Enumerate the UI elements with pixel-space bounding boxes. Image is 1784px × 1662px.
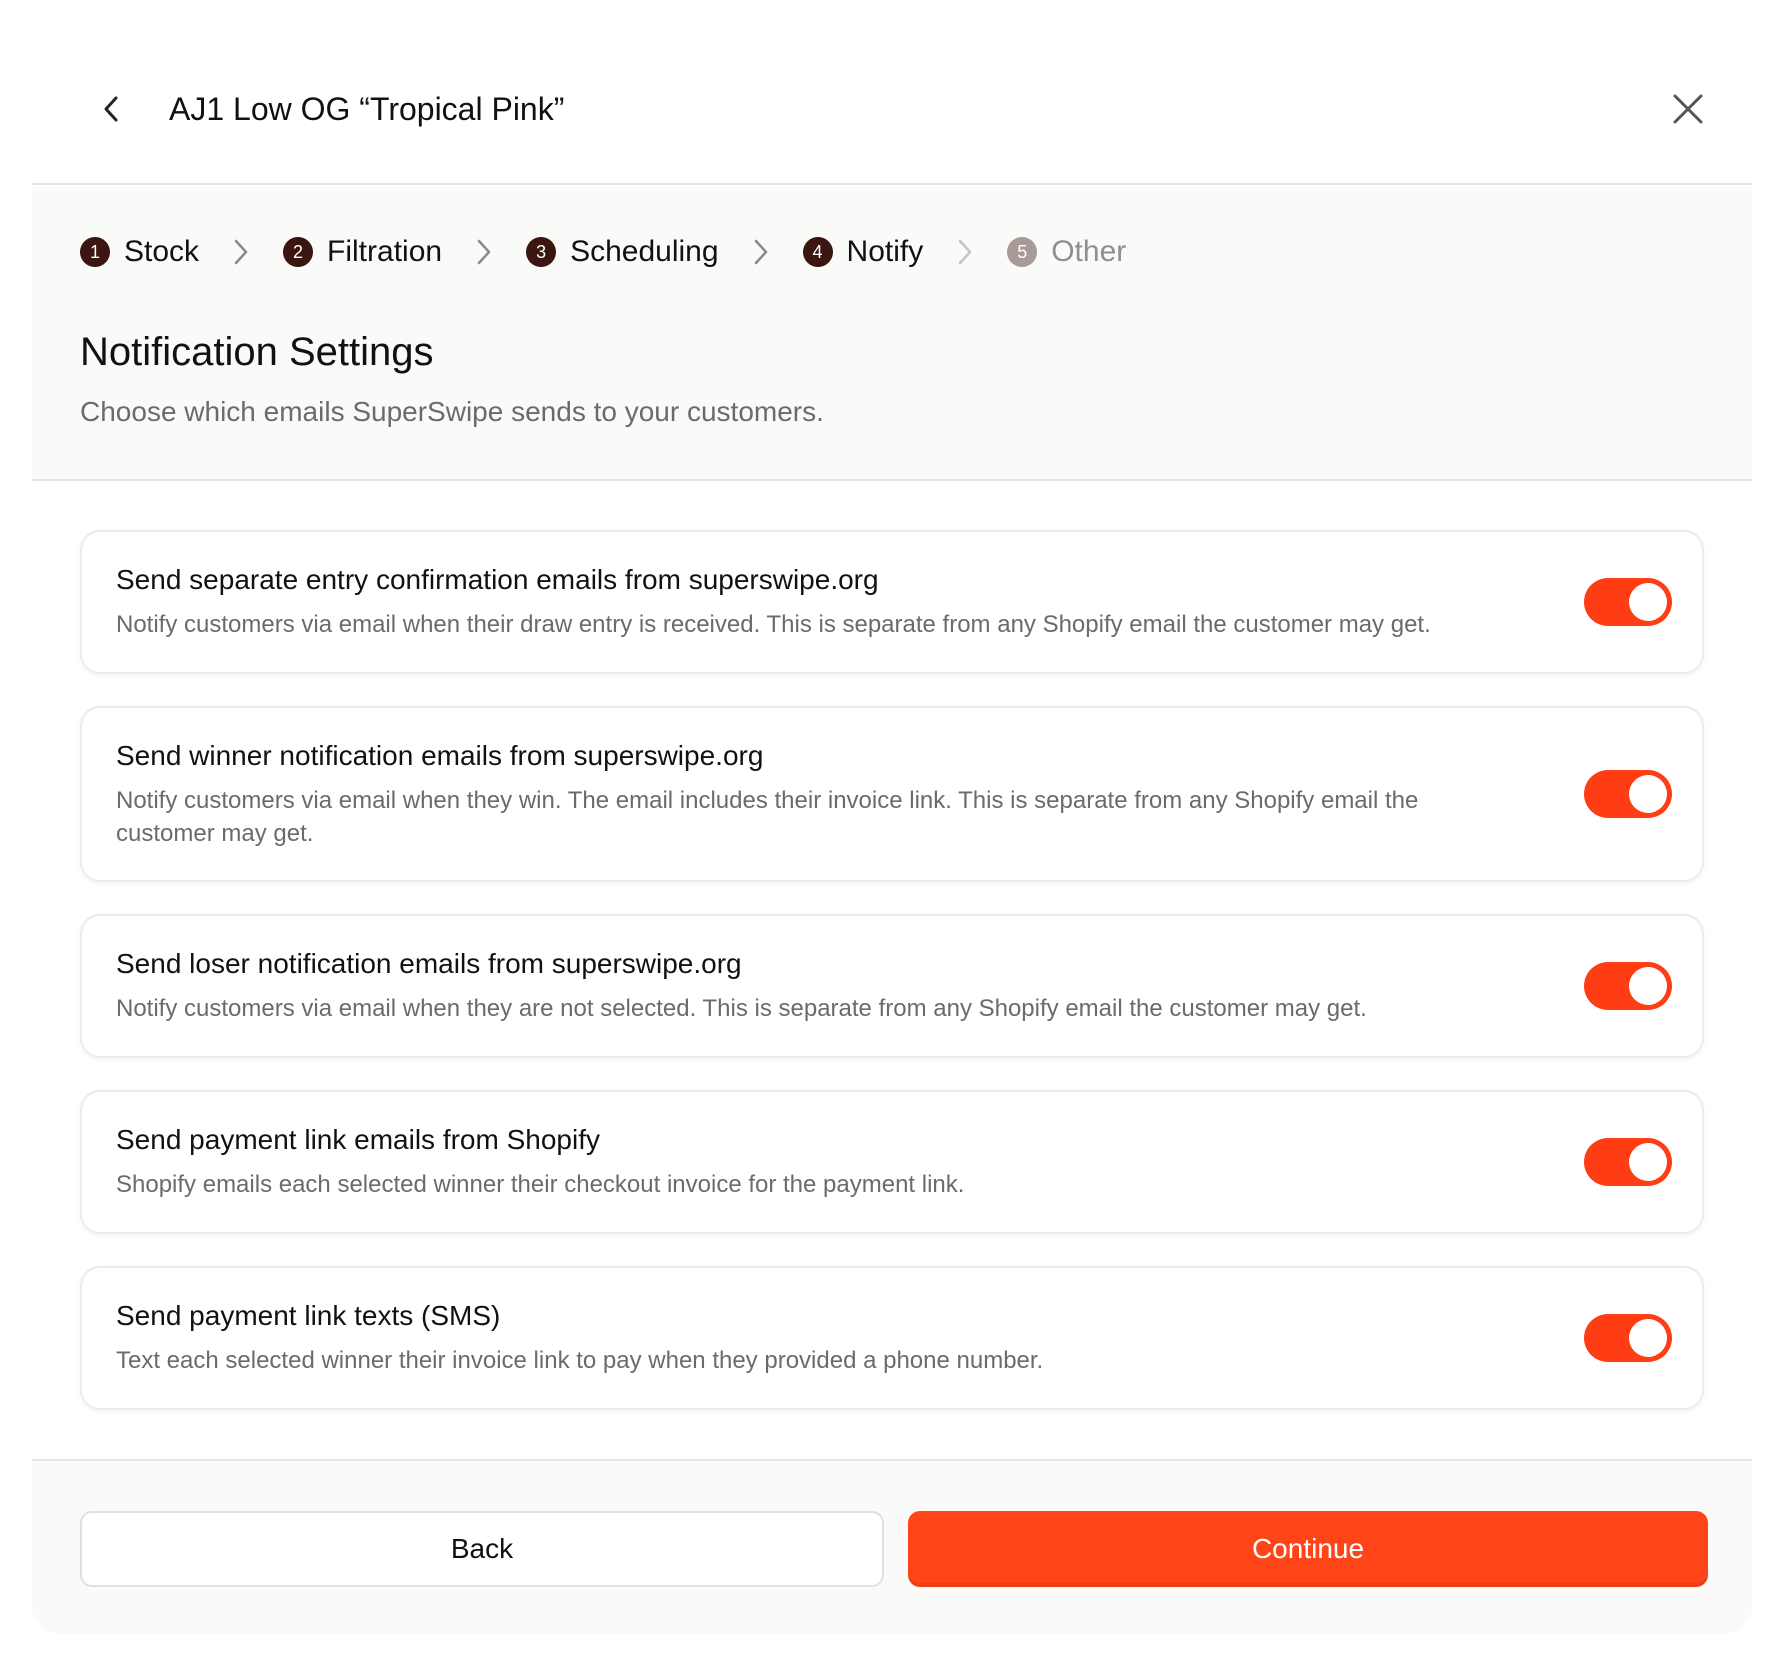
toggle-knob — [1629, 583, 1667, 621]
payment-link-email-toggle[interactable] — [1584, 1138, 1672, 1186]
setting-description: Notify customers via email when they are… — [116, 995, 1367, 1022]
setting-title: Send winner notification emails from sup… — [116, 740, 764, 771]
toggle-knob — [1629, 967, 1667, 1005]
toggle-knob — [1629, 775, 1667, 813]
step-filtration[interactable]: 2 Filtration — [283, 235, 442, 269]
modal-header: AJ1 Low OG “Tropical Pink” — [32, 0, 1752, 185]
setting-description: Text each selected winner their invoice … — [116, 1347, 1044, 1374]
setting-title: Send payment link emails from Shopify — [116, 1124, 600, 1155]
step-stock[interactable]: 1 Stock — [80, 235, 199, 269]
step-number: 1 — [80, 237, 110, 267]
close-icon — [1673, 94, 1703, 124]
setting-entry-confirmation: Send separate entry confirmation emails … — [80, 530, 1704, 674]
step-number: 3 — [526, 237, 557, 267]
section-title: Notification Settings — [80, 330, 434, 374]
winner-notification-toggle[interactable] — [1584, 770, 1672, 818]
section-subtitle: Choose which emails SuperSwipe sends to … — [80, 396, 824, 427]
setting-description: Shopify emails each selected winner thei… — [116, 1171, 965, 1198]
toggle-knob — [1629, 1143, 1667, 1181]
notification-settings-modal: AJ1 Low OG “Tropical Pink” 1 Stock 2 Fil… — [32, 0, 1752, 1634]
chevron-right-icon — [957, 238, 973, 266]
step-label: Filtration — [327, 235, 443, 268]
toggle-knob — [1629, 1319, 1667, 1357]
step-label: Stock — [124, 235, 200, 268]
setting-loser-notification: Send loser notification emails from supe… — [80, 914, 1704, 1058]
close-button[interactable] — [1664, 85, 1712, 133]
step-label: Other — [1051, 235, 1127, 268]
setting-payment-link-email: Send payment link emails from Shopify Sh… — [80, 1090, 1704, 1234]
page-title: AJ1 Low OG “Tropical Pink” — [169, 91, 565, 127]
step-scheduling[interactable]: 3 Scheduling — [526, 235, 719, 269]
chevron-right-icon — [753, 238, 769, 266]
setting-winner-notification: Send winner notification emails from sup… — [80, 706, 1704, 882]
step-other[interactable]: 5 Other — [1007, 235, 1126, 269]
modal-footer: Back Continue — [32, 1459, 1752, 1634]
back-arrow-button[interactable] — [92, 85, 132, 133]
setting-description: Notify customers via email when their dr… — [116, 611, 1431, 638]
chevron-left-icon — [104, 96, 118, 122]
setting-payment-link-sms: Send payment link texts (SMS) Text each … — [80, 1266, 1704, 1410]
intro-section: 1 Stock 2 Filtration 3 Scheduling 4 Noti… — [32, 187, 1752, 481]
step-number: 4 — [802, 237, 833, 267]
chevron-right-icon — [233, 238, 249, 266]
step-number: 2 — [283, 237, 314, 267]
stepper: 1 Stock 2 Filtration 3 Scheduling 4 Noti… — [80, 235, 1126, 269]
chevron-right-icon — [476, 238, 492, 266]
loser-notification-toggle[interactable] — [1584, 962, 1672, 1010]
payment-link-sms-toggle[interactable] — [1584, 1314, 1672, 1362]
step-notify[interactable]: 4 Notify — [802, 235, 924, 269]
back-button[interactable]: Back — [80, 1511, 884, 1587]
continue-button[interactable]: Continue — [908, 1511, 1708, 1587]
step-label: Notify — [846, 235, 924, 268]
setting-description: Notify customers via email when they win… — [116, 787, 1419, 847]
step-number: 5 — [1007, 237, 1038, 267]
setting-title: Send loser notification emails from supe… — [116, 948, 742, 979]
setting-title: Send separate entry confirmation emails … — [116, 564, 879, 595]
setting-title: Send payment link texts (SMS) — [116, 1300, 501, 1331]
entry-confirmation-toggle[interactable] — [1584, 578, 1672, 626]
step-label: Scheduling — [570, 235, 719, 268]
